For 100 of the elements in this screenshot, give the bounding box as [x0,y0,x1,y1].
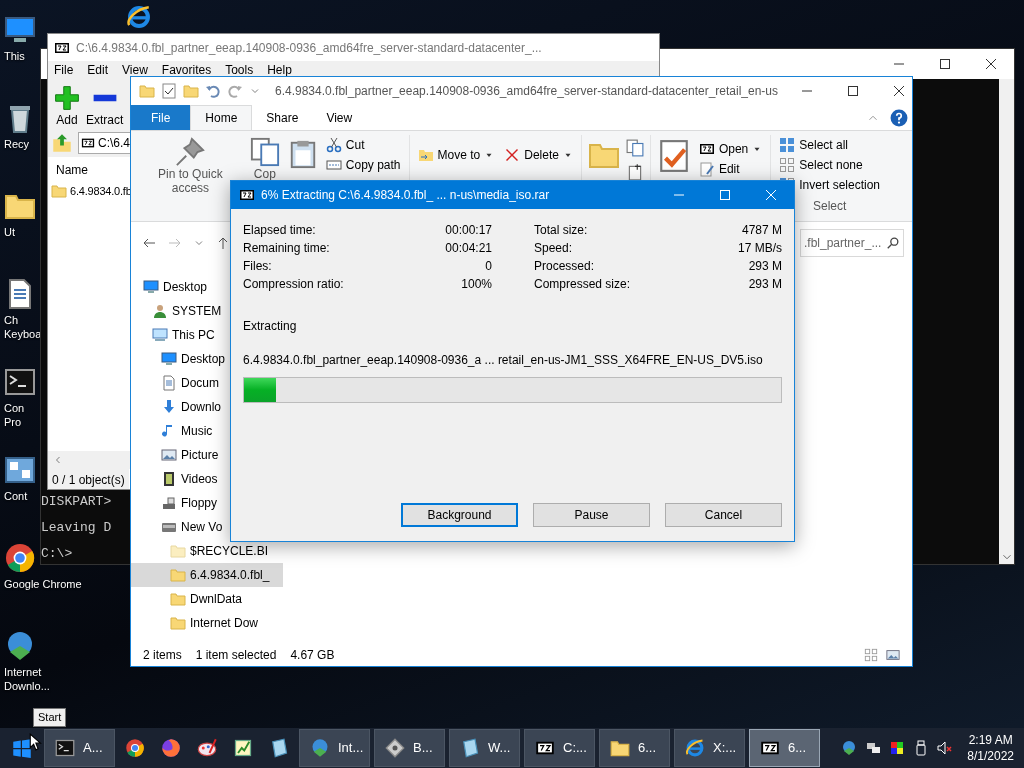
user-icon [152,303,168,319]
status-text: 4.67 GB [290,647,335,664]
tree-item[interactable]: 6.4.9834.0.fbl_ [131,563,283,587]
folder-icon [610,738,630,758]
tree-item[interactable]: Internet Dow [131,611,283,635]
maximize-icon[interactable] [937,56,953,72]
ribbon-button[interactable]: Copy path [323,155,403,175]
taskbar-button[interactable]: 6... [599,729,670,767]
archive-icon [81,136,95,150]
status-text: 2 items [143,647,182,664]
browser-icon[interactable] [4,542,36,574]
folder-icon [170,591,186,607]
speaker-muted-icon[interactable] [937,740,954,756]
select-all-icon [779,137,796,153]
copy-icon [249,137,280,167]
menu-item[interactable]: Favorites [161,61,212,79]
chart-icon [233,738,253,758]
taskbar-button[interactable]: B... [374,729,445,767]
terminal-icon[interactable] [4,366,36,398]
menu-item[interactable]: File [54,61,74,79]
tree-item[interactable]: $RECYCLE.BI [131,539,283,563]
taskbar-button[interactable]: C:... [524,729,595,767]
stat-label: Processed: [534,258,595,275]
download-icon [161,399,177,415]
ribbon-tab[interactable]: Home [190,105,253,130]
monitor-icon [161,351,177,367]
ribbon-group-label: Select [811,198,848,215]
desktop-icon-label[interactable]: Ch Keyboa [4,313,42,341]
ribbon-button[interactable]: Edit [696,159,765,179]
color-square-icon[interactable] [889,740,906,756]
dialog-button[interactable]: Cancel [665,503,782,527]
desktop-icon-label[interactable]: Con Pro [4,401,25,429]
help-icon[interactable] [890,108,908,127]
address-field[interactable]: C:\6.4 [78,132,132,154]
picture-icon [161,447,177,463]
up-folder-icon[interactable] [52,133,72,153]
stat-label: Speed: [534,240,573,257]
desktop-icon-label[interactable]: Cont [4,489,28,503]
taskbar-button[interactable]: Int... [299,729,370,767]
taskbar-button[interactable]: X:... [674,729,745,767]
ribbon-tab[interactable]: View [312,105,367,130]
ribbon-button[interactable]: Select none [777,155,882,175]
undo-icon[interactable] [205,83,221,99]
desktop-icon-label[interactable]: Ut [4,225,15,239]
checklist-icon[interactable] [161,83,177,99]
stat-value: 00:00:17 [445,222,492,239]
network-icon[interactable] [865,740,882,756]
ribbon-button[interactable]: Pin to Quick access [139,135,242,197]
taskbar-button[interactable]: A... [44,729,115,767]
select-none-icon [779,157,796,173]
console-line: Leaving D [41,520,112,536]
path-icon [325,157,342,173]
stat-label: Remaining time: [243,240,330,257]
control-panel-icon[interactable] [4,454,36,486]
menu-item[interactable]: Help [267,61,292,79]
ribbon-button[interactable]: Cut [323,135,403,155]
ribbon-button[interactable]: Delete [502,145,575,165]
pin-icon [175,137,206,167]
desktop-icon-label[interactable]: Internet Downlo... [4,665,50,693]
film-icon [161,471,177,487]
dialog-button[interactable]: Pause [533,503,650,527]
desktop-icon-label[interactable]: This [4,49,25,63]
select-none-icon[interactable] [864,648,878,662]
terminal-icon [55,738,75,758]
menu-item[interactable]: View [122,61,148,79]
ribbon-tab[interactable]: Share [252,105,313,130]
e-logo-icon[interactable] [126,4,152,30]
taskbar-button[interactable]: W... [449,729,520,767]
folder-icon [170,615,186,631]
ribbon-button[interactable]: Open [696,139,765,159]
toolbar-button[interactable]: Add [54,85,80,125]
maximize-icon[interactable] [845,83,861,99]
menu-item[interactable]: Edit [87,61,109,79]
stat-value: 00:04:21 [445,240,492,257]
toolbar-button[interactable]: Extract [86,85,124,125]
ribbon-button[interactable]: Move to [415,145,497,165]
taskbar-button[interactable]: 6... [749,729,820,767]
ribbon-tab[interactable]: File [131,105,191,130]
picture-icon[interactable] [886,648,900,662]
close-icon[interactable] [891,83,907,99]
folder-icon [51,183,67,200]
menu-item[interactable]: Tools [225,61,254,79]
palette-icon [197,738,217,758]
clock[interactable]: 2:19 AM 8/1/2022 [961,732,1014,764]
copy-icon[interactable] [625,139,644,157]
windows-logo-icon[interactable] [12,738,32,758]
dialog-button[interactable]: Background [401,503,518,527]
file-name[interactable]: 6.4.9834.0.fb [70,183,132,200]
console-line: DISKPART> [41,494,112,510]
desktop-icon-label[interactable]: Recy [4,137,30,151]
tree-item[interactable]: DwnlData [131,587,283,611]
search-field[interactable]: .fbl_partner_... [800,229,904,257]
tooltip: Start [33,708,67,727]
status-text: 0 / 1 object(s) [48,469,129,489]
close-icon[interactable] [983,56,999,72]
column-header: Name [55,162,89,179]
desktop-icon-label[interactable]: Google Chrome [4,577,82,591]
stat-value: 293 M [748,258,782,275]
ribbon-button[interactable]: Select all [777,135,882,155]
archive-icon [698,141,715,157]
